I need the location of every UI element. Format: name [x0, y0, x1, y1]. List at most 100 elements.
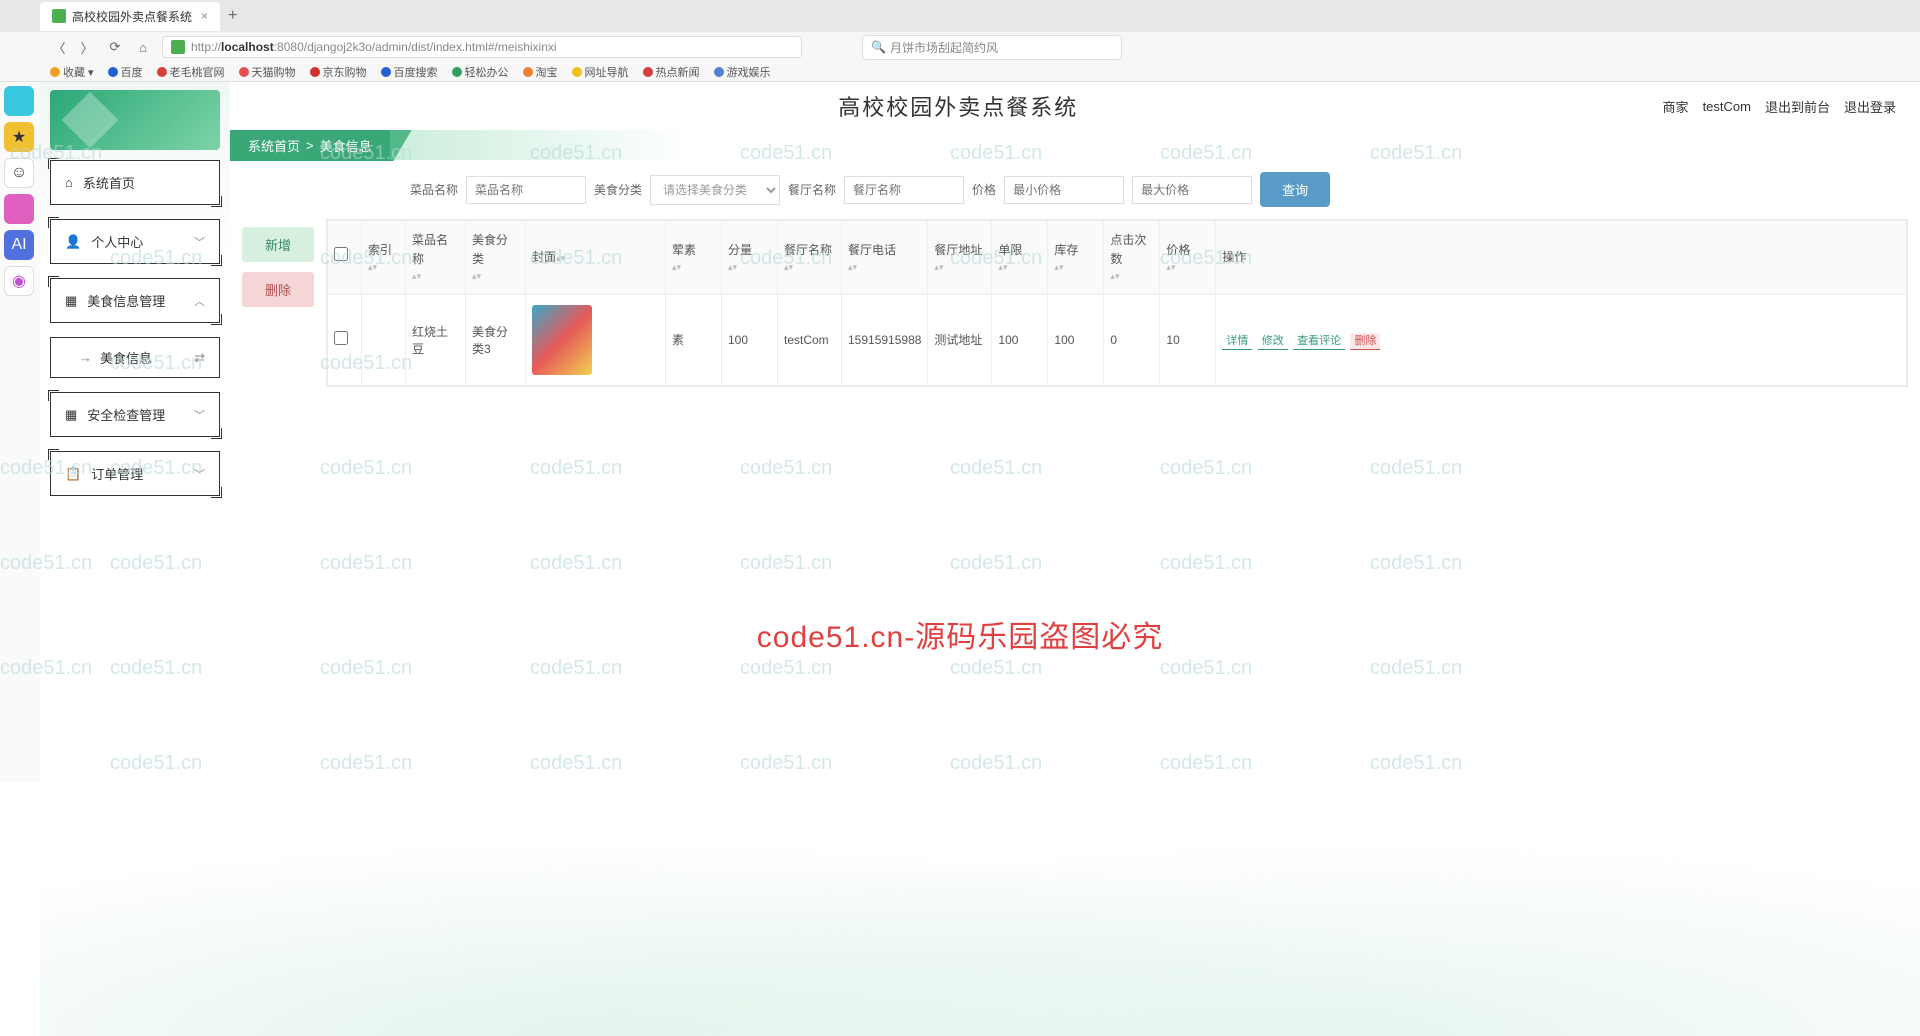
browser-search-input[interactable]: 🔍 月饼市场刮起简约风 — [862, 35, 1122, 60]
filter-restaurant-input[interactable] — [844, 176, 964, 204]
col-category[interactable]: 美食分类▴▾ — [466, 221, 526, 295]
col-stock[interactable]: 库存▴▾ — [1048, 221, 1104, 295]
col-type[interactable]: 荤素▴▾ — [666, 221, 722, 295]
bookmark-jd[interactable]: 京东购物 — [310, 64, 367, 80]
breadcrumb-decoration — [390, 130, 690, 160]
filter-max-price-input[interactable] — [1132, 176, 1252, 204]
col-name[interactable]: 菜品名称▴▾ — [406, 221, 466, 295]
merchant-name: testCom — [1703, 99, 1751, 114]
sidebar-item-label: 安全检查管理 — [87, 405, 165, 424]
cell-type: 素 — [666, 294, 722, 385]
app-header: 高校校园外卖点餐系统 商家 testCom 退出到前台 退出登录 — [230, 82, 1920, 130]
comment-link[interactable]: 查看评论 — [1293, 333, 1345, 350]
sidebar-item-personal[interactable]: 👤 个人中心 ﹀ — [50, 219, 220, 264]
dock-item-1[interactable] — [4, 86, 34, 116]
col-address[interactable]: 餐厅地址▴▾ — [928, 221, 992, 295]
dock-item-2[interactable]: ★ — [4, 122, 34, 152]
breadcrumb-home[interactable]: 系统首页 — [248, 136, 300, 155]
filter-name-input[interactable] — [466, 176, 586, 204]
delete-button[interactable]: 删除 — [242, 272, 314, 307]
detail-link[interactable]: 详情 — [1222, 333, 1252, 350]
col-clicks[interactable]: 点击次数▴▾ — [1104, 221, 1160, 295]
bookmark-nav[interactable]: 网址导航 — [572, 64, 629, 80]
col-cover[interactable]: 封面▴▾ — [526, 221, 666, 295]
sidebar-item-label: 系统首页 — [83, 173, 135, 192]
sidebar-subitem-food-info[interactable]: → 美食信息 ⇄ — [50, 337, 220, 378]
tab-close-icon[interactable]: × — [201, 9, 208, 23]
cell-index — [362, 294, 406, 385]
col-index[interactable]: 索引▴▾ — [362, 221, 406, 295]
search-icon: 🔍 — [871, 40, 886, 54]
dock-item-3[interactable]: ☺ — [4, 158, 34, 188]
chevron-up-icon: ︿ — [194, 293, 205, 309]
reload-button[interactable]: ⟳ — [106, 38, 124, 56]
bookmark-baidusearch[interactable]: 百度搜索 — [381, 64, 438, 80]
filter-min-price-input[interactable] — [1004, 176, 1124, 204]
cell-price: 10 — [1160, 294, 1216, 385]
col-phone[interactable]: 餐厅电话▴▾ — [842, 221, 928, 295]
bookmark-baidu[interactable]: 百度 — [108, 64, 143, 80]
cell-ops: 详情 修改 查看评论 删除 — [1216, 294, 1907, 385]
address-bar: 〈 〉 ⟳ ⌂ http://localhost:8080/djangoj2k3… — [0, 32, 1920, 62]
breadcrumb-sep: > — [306, 138, 314, 153]
filter-name-label: 菜品名称 — [410, 181, 458, 198]
arrow-right-icon: → — [79, 350, 92, 365]
add-button[interactable]: 新增 — [242, 227, 314, 262]
home-button[interactable]: ⌂ — [134, 38, 152, 56]
dock-item-5[interactable]: AI — [4, 230, 34, 260]
sidebar-item-home[interactable]: ⌂ 系统首页 — [50, 160, 220, 205]
bookmark-office[interactable]: 轻松办公 — [452, 64, 509, 80]
app-root: ⌂ 系统首页 👤 个人中心 ﹀ ▦ 美食信息管理 ︿ → 美食信息 ⇄ ▦ 安全… — [40, 82, 1920, 1036]
sidebar-item-safety[interactable]: ▦ 安全检查管理 ﹀ — [50, 392, 220, 437]
cell-phone: 15915915988 — [842, 294, 928, 385]
sidebar-logo — [50, 90, 220, 150]
dock-item-6[interactable]: ◉ — [4, 266, 34, 296]
col-restaurant[interactable]: 餐厅名称▴▾ — [778, 221, 842, 295]
logout-button[interactable]: 退出登录 — [1844, 97, 1896, 116]
filter-restaurant-label: 餐厅名称 — [788, 181, 836, 198]
sidebar-item-label: 美食信息 — [100, 348, 152, 367]
cell-clicks: 0 — [1104, 294, 1160, 385]
col-limit[interactable]: 单限▴▾ — [992, 221, 1048, 295]
bookmark-bar: 收藏 ▾ 百度 老毛桃官网 天猫购物 京东购物 百度搜索 轻松办公 淘宝 网址导… — [0, 62, 1920, 82]
page-title: 高校校园外卖点餐系统 — [254, 90, 1663, 122]
col-portion[interactable]: 分量▴▾ — [722, 221, 778, 295]
cell-stock: 100 — [1048, 294, 1104, 385]
grid-icon: ▦ — [65, 293, 77, 309]
data-table: 索引▴▾ 菜品名称▴▾ 美食分类▴▾ 封面▴▾ 荤素▴▾ 分量▴▾ 餐厅名称▴▾… — [326, 219, 1908, 387]
user-icon: 👤 — [65, 234, 81, 250]
tab-bar: 高校校园外卖点餐系统 × + — [0, 0, 1920, 32]
bookmark-taobao[interactable]: 淘宝 — [523, 64, 558, 80]
sidebar-item-label: 订单管理 — [91, 464, 143, 483]
bookmark-games[interactable]: 游戏娱乐 — [714, 64, 771, 80]
url-input[interactable]: http://localhost:8080/djangoj2k3o/admin/… — [162, 36, 802, 58]
tab-title: 高校校园外卖点餐系统 — [72, 8, 192, 25]
edit-link[interactable]: 修改 — [1258, 333, 1288, 350]
sidebar-item-orders[interactable]: 📋 订单管理 ﹀ — [50, 451, 220, 496]
merchant-label: 商家 — [1663, 97, 1689, 116]
browser-tab[interactable]: 高校校园外卖点餐系统 × — [40, 2, 220, 31]
sidebar-item-label: 美食信息管理 — [87, 291, 165, 310]
forward-button[interactable]: 〉 — [78, 38, 96, 56]
bookmark-news[interactable]: 热点新闻 — [643, 64, 700, 80]
goto-front-button[interactable]: 退出到前台 — [1765, 97, 1830, 116]
select-all-checkbox[interactable] — [334, 247, 348, 261]
bookmark-tmall[interactable]: 天猫购物 — [239, 64, 296, 80]
row-checkbox[interactable] — [334, 331, 348, 345]
shield-icon — [171, 40, 185, 54]
delete-link[interactable]: 删除 — [1350, 333, 1380, 350]
col-price[interactable]: 价格▴▾ — [1160, 221, 1216, 295]
bookmark-favorites[interactable]: 收藏 ▾ — [50, 64, 94, 80]
dock-item-4[interactable] — [4, 194, 34, 224]
breadcrumb-current: 美食信息 — [320, 136, 372, 155]
sidebar: ⌂ 系统首页 👤 个人中心 ﹀ ▦ 美食信息管理 ︿ → 美食信息 ⇄ ▦ 安全… — [40, 82, 230, 1036]
cell-address: 测试地址 — [928, 294, 992, 385]
back-button[interactable]: 〈 — [50, 38, 68, 56]
new-tab-button[interactable]: + — [228, 7, 237, 25]
bookmark-laomaotao[interactable]: 老毛桃官网 — [157, 64, 225, 80]
filter-category-label: 美食分类 — [594, 181, 642, 198]
query-button[interactable]: 查询 — [1260, 172, 1330, 207]
sidebar-item-food-mgmt[interactable]: ▦ 美食信息管理 ︿ — [50, 278, 220, 323]
filter-category-select[interactable]: 请选择美食分类 — [650, 175, 780, 205]
clipboard-icon: 📋 — [65, 466, 81, 482]
